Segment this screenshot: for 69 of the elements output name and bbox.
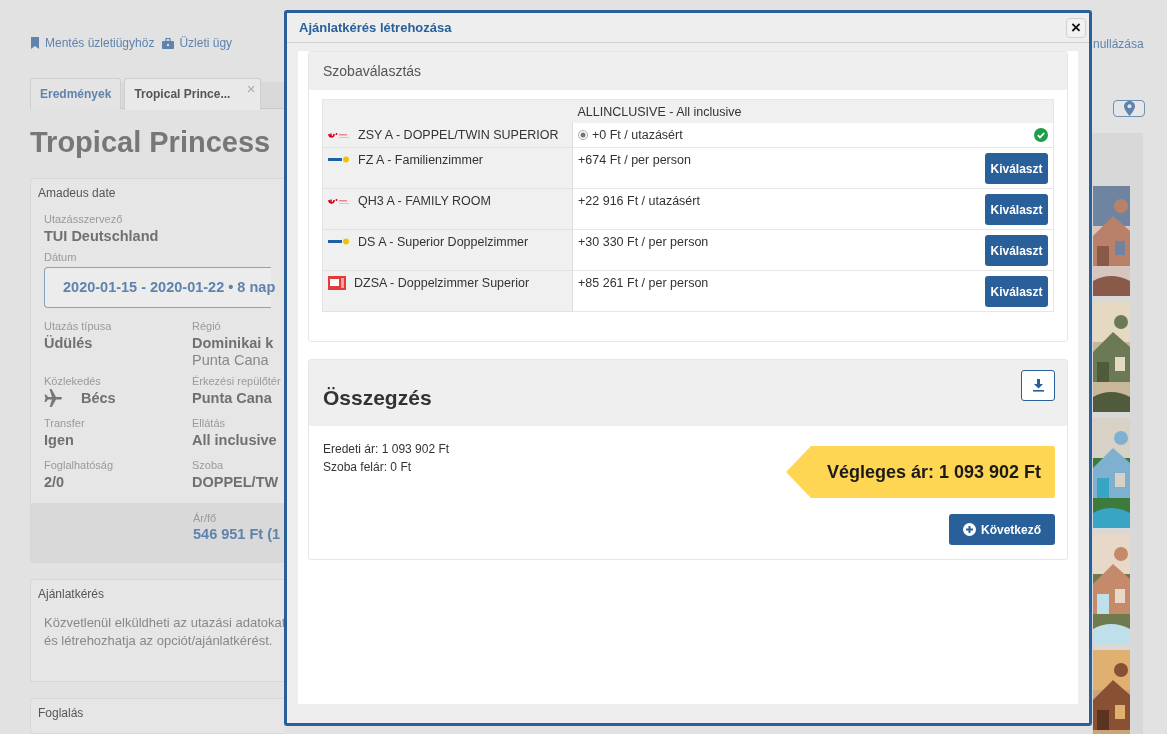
briefcase-icon bbox=[162, 37, 175, 49]
select-button[interactable]: Kiválaszt bbox=[985, 235, 1048, 266]
field-label: Foglalhatóság bbox=[44, 459, 115, 473]
column-header: ALLINCLUSIVE - All inclusive bbox=[572, 99, 1054, 123]
operator-logo bbox=[328, 196, 350, 206]
page-title: Tropical Princess bbox=[30, 125, 272, 160]
field-value: DOPPEL/TW bbox=[192, 473, 280, 491]
close-button[interactable]: × bbox=[1066, 17, 1086, 38]
tab[interactable]: Eredmények bbox=[30, 78, 122, 109]
field-value: TUI Deutschland bbox=[44, 227, 160, 245]
price-line: Szoba felár: 0 Ft bbox=[323, 459, 413, 476]
operator-logo bbox=[328, 276, 346, 290]
operator-logo bbox=[328, 130, 350, 140]
check-circle-icon bbox=[1034, 128, 1048, 142]
section-title: Összegzés bbox=[323, 386, 432, 410]
bookmark-icon bbox=[30, 37, 40, 49]
room-name: ZSY A - DOPPEL/TWIN SUPERIOR bbox=[358, 128, 559, 142]
operator-logo bbox=[328, 238, 350, 246]
field-value: Dominikai k bbox=[192, 334, 275, 352]
field-value: Igen bbox=[44, 431, 75, 449]
toolbar-link[interactable]: Mentés üzletiügyhöz bbox=[30, 36, 155, 50]
price-text: +30 330 Ft / per person bbox=[578, 235, 709, 249]
field-value: 2/0 bbox=[44, 473, 66, 491]
select-button[interactable]: Kiválaszt bbox=[985, 276, 1048, 307]
final-price-tag: Végleges ár: 1 093 902 Ft bbox=[786, 446, 1055, 498]
card-title: Amadeus date bbox=[37, 185, 117, 202]
price-line: Eredeti ár: 1 093 902 Ft bbox=[323, 441, 450, 458]
room-name: DZSA - Doppelzimmer Superior bbox=[354, 276, 530, 290]
tab[interactable]: Tropical Prince... × bbox=[124, 78, 262, 110]
field-label: Transfer bbox=[44, 417, 86, 431]
select-button[interactable]: Kiválaszt bbox=[985, 194, 1048, 225]
airplane-icon bbox=[44, 389, 63, 407]
field-label: Szoba bbox=[192, 459, 225, 473]
price-value: 546 951 Ft (1 bbox=[193, 526, 282, 542]
card-title: Foglalás bbox=[37, 704, 85, 722]
radio-button[interactable] bbox=[578, 130, 588, 140]
room-name: DS A - Superior Doppelzimmer bbox=[358, 235, 529, 249]
price-text: +85 261 Ft / per person bbox=[578, 276, 709, 290]
field-value: Bécs bbox=[80, 390, 116, 406]
field-label: Dátum bbox=[44, 251, 78, 265]
room-name: FZ A - Familienzimmer bbox=[358, 153, 483, 167]
map-pin-icon bbox=[1123, 101, 1135, 116]
field-label: Utazásszervező bbox=[44, 213, 124, 227]
section-header: Szobaválasztás bbox=[309, 52, 1067, 90]
field-label: Közlekedés bbox=[44, 375, 102, 389]
operator-logo bbox=[328, 156, 350, 164]
download-icon bbox=[1032, 379, 1044, 392]
map-button[interactable] bbox=[1113, 100, 1145, 117]
download-button[interactable] bbox=[1021, 370, 1055, 401]
select-button[interactable]: Kiválaszt bbox=[985, 153, 1048, 184]
card-title: Ajánlatkérés bbox=[37, 586, 106, 603]
field-value: Üdülés bbox=[44, 334, 94, 352]
price-text: +674 Ft / per person bbox=[578, 153, 691, 167]
field-value: All inclusive bbox=[192, 431, 278, 449]
field-value: Punta Cana bbox=[192, 352, 270, 369]
field-label: Ár/fő bbox=[193, 512, 218, 526]
field-label: Ellátás bbox=[192, 417, 227, 431]
field-label: Régió bbox=[192, 320, 222, 334]
field-label: Utazás típusa bbox=[44, 320, 113, 334]
field-label: Érkezési repülőtér bbox=[192, 375, 281, 389]
toolbar-link[interactable]: Üzleti ügy bbox=[162, 36, 233, 50]
field-value: Punta Cana bbox=[192, 389, 273, 407]
cancel-link[interactable]: nullázása bbox=[1092, 37, 1167, 51]
price-text: +22 916 Ft / utazásért bbox=[578, 194, 700, 208]
price-text: +0 Ft / utazásért bbox=[592, 128, 683, 142]
next-button[interactable]: Következő bbox=[949, 514, 1055, 545]
plus-circle-icon bbox=[963, 523, 976, 536]
dialog-title: Ajánlatkérés létrehozása bbox=[299, 20, 452, 35]
room-name: QH3 A - FAMILY ROOM bbox=[358, 194, 491, 208]
